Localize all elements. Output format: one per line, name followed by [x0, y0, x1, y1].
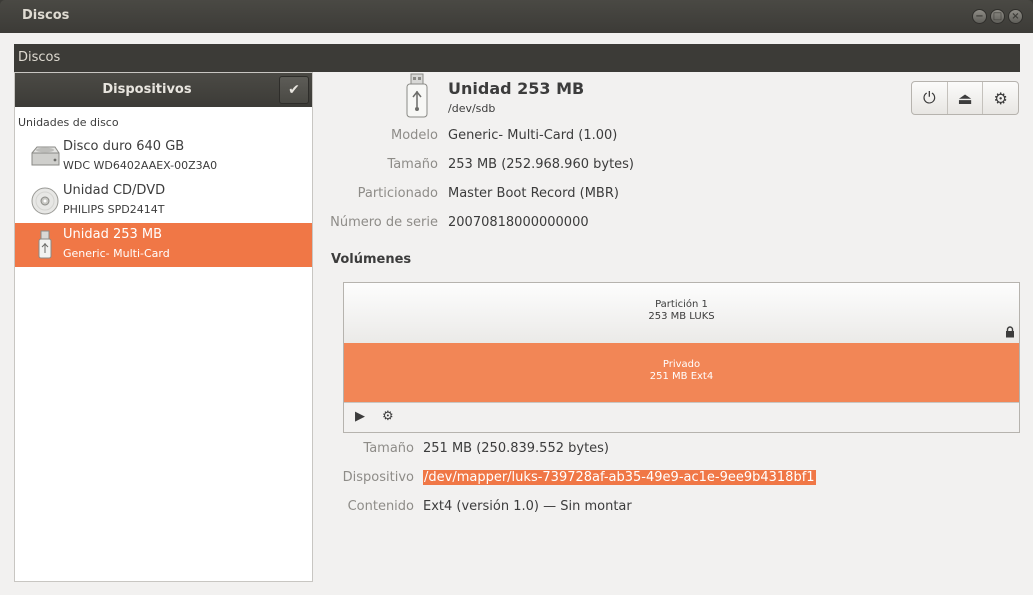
drive-toolbar: ⏻ ⏏ ⚙	[911, 81, 1019, 115]
volume-map: Partición 1 253 MB LUKS Privado 251 MB E…	[343, 282, 1020, 433]
window-controls: − □ ×	[972, 9, 1023, 24]
gear-icon: ⚙	[993, 88, 1008, 108]
play-icon: ▶	[355, 409, 365, 424]
eject-icon: ⏏	[957, 88, 973, 108]
select-mode-button[interactable]: ✔	[279, 76, 309, 104]
mount-button[interactable]: ▶	[355, 409, 365, 424]
prop-label-size: Tamaño	[387, 157, 438, 172]
power-icon: ⏻	[923, 88, 936, 107]
volume-name: Privado	[662, 359, 701, 370]
usb-drive-icon	[406, 73, 428, 118]
harddisk-icon	[31, 146, 60, 166]
app-menu-label[interactable]: Discos	[18, 50, 60, 65]
power-off-button[interactable]: ⏻	[912, 82, 948, 114]
device-model: PHILIPS SPD2414T	[63, 203, 165, 216]
prop-value-size: 253 MB (252.968.960 bytes)	[448, 157, 635, 172]
drive-path: /dev/sdb	[448, 102, 496, 115]
gears-icon: ⚙	[382, 409, 394, 424]
checkmark-icon: ✔	[288, 82, 300, 98]
eject-button[interactable]: ⏏	[948, 82, 984, 114]
sidebar-title: Dispositivos	[102, 82, 192, 97]
drive-title: Unidad 253 MB	[448, 79, 585, 98]
devices-sidebar: Dispositivos ✔ Unidades de disco Disco d…	[14, 72, 313, 582]
vol-value-contents: Ext4 (versión 1.0) — Sin montar	[423, 499, 632, 514]
sidebar-header: Dispositivos ✔	[15, 73, 312, 107]
vol-value-device-wrap: /dev/mapper/luks-739728af-ab35-49e9-ac1e…	[423, 470, 816, 485]
group-label-disks: Unidades de disco	[18, 116, 119, 129]
device-item-usb[interactable]: Unidad 253 MB Generic- Multi-Card	[15, 223, 312, 267]
vol-label-contents: Contenido	[347, 499, 414, 514]
partition-block[interactable]: Partición 1 253 MB LUKS	[344, 283, 1019, 343]
device-name: Unidad CD/DVD	[63, 183, 166, 198]
vol-label-size: Tamaño	[363, 441, 414, 456]
device-model: WDC WD6402AAEX-00Z3A0	[63, 159, 218, 172]
device-item-optical[interactable]: Unidad CD/DVD PHILIPS SPD2414T	[15, 179, 312, 223]
volumes-heading: Volúmenes	[331, 252, 412, 267]
partition-size: 253 MB LUKS	[648, 311, 715, 322]
prop-label-model: Modelo	[391, 128, 438, 143]
device-item-harddisk[interactable]: Disco duro 640 GB WDC WD6402AAEX-00Z3A0	[15, 135, 312, 179]
optical-disc-icon	[31, 187, 59, 215]
app-menubar[interactable]: Discos	[14, 44, 1020, 72]
drive-options-button[interactable]: ⚙	[983, 82, 1018, 114]
window-title: Discos	[22, 8, 70, 23]
usb-drive-icon	[38, 230, 52, 259]
window-titlebar: Discos − □ ×	[0, 0, 1033, 33]
volume-options-button[interactable]: ⚙	[382, 409, 394, 424]
prop-label-partitioning: Particionado	[357, 186, 438, 201]
partition-name: Partición 1	[655, 299, 708, 310]
maximize-button[interactable]: □	[990, 9, 1005, 24]
prop-value-serial: 20070818000000000	[448, 215, 589, 230]
vol-value-size: 251 MB (250.839.552 bytes)	[423, 441, 610, 456]
device-name: Unidad 253 MB	[63, 227, 163, 242]
encrypted-volume-block[interactable]: Privado 251 MB Ext4	[344, 343, 1019, 402]
prop-value-partitioning: Master Boot Record (MBR)	[448, 186, 619, 201]
app-window: Discos Dispositivos ✔ Unidades de disco …	[0, 33, 1033, 595]
close-button[interactable]: ×	[1008, 9, 1023, 24]
minimize-button[interactable]: −	[972, 9, 987, 24]
lock-icon	[1006, 326, 1014, 338]
vol-label-device: Dispositivo	[342, 470, 414, 485]
prop-value-model: Generic- Multi-Card (1.00)	[448, 128, 618, 143]
volume-size: 251 MB Ext4	[649, 371, 714, 382]
device-name: Disco duro 640 GB	[63, 139, 185, 154]
device-model: Generic- Multi-Card	[63, 247, 170, 260]
vol-value-device[interactable]: /dev/mapper/luks-739728af-ab35-49e9-ac1e…	[423, 470, 816, 485]
volume-toolbar: ▶ ⚙	[344, 402, 1019, 432]
prop-label-serial: Número de serie	[330, 215, 438, 230]
